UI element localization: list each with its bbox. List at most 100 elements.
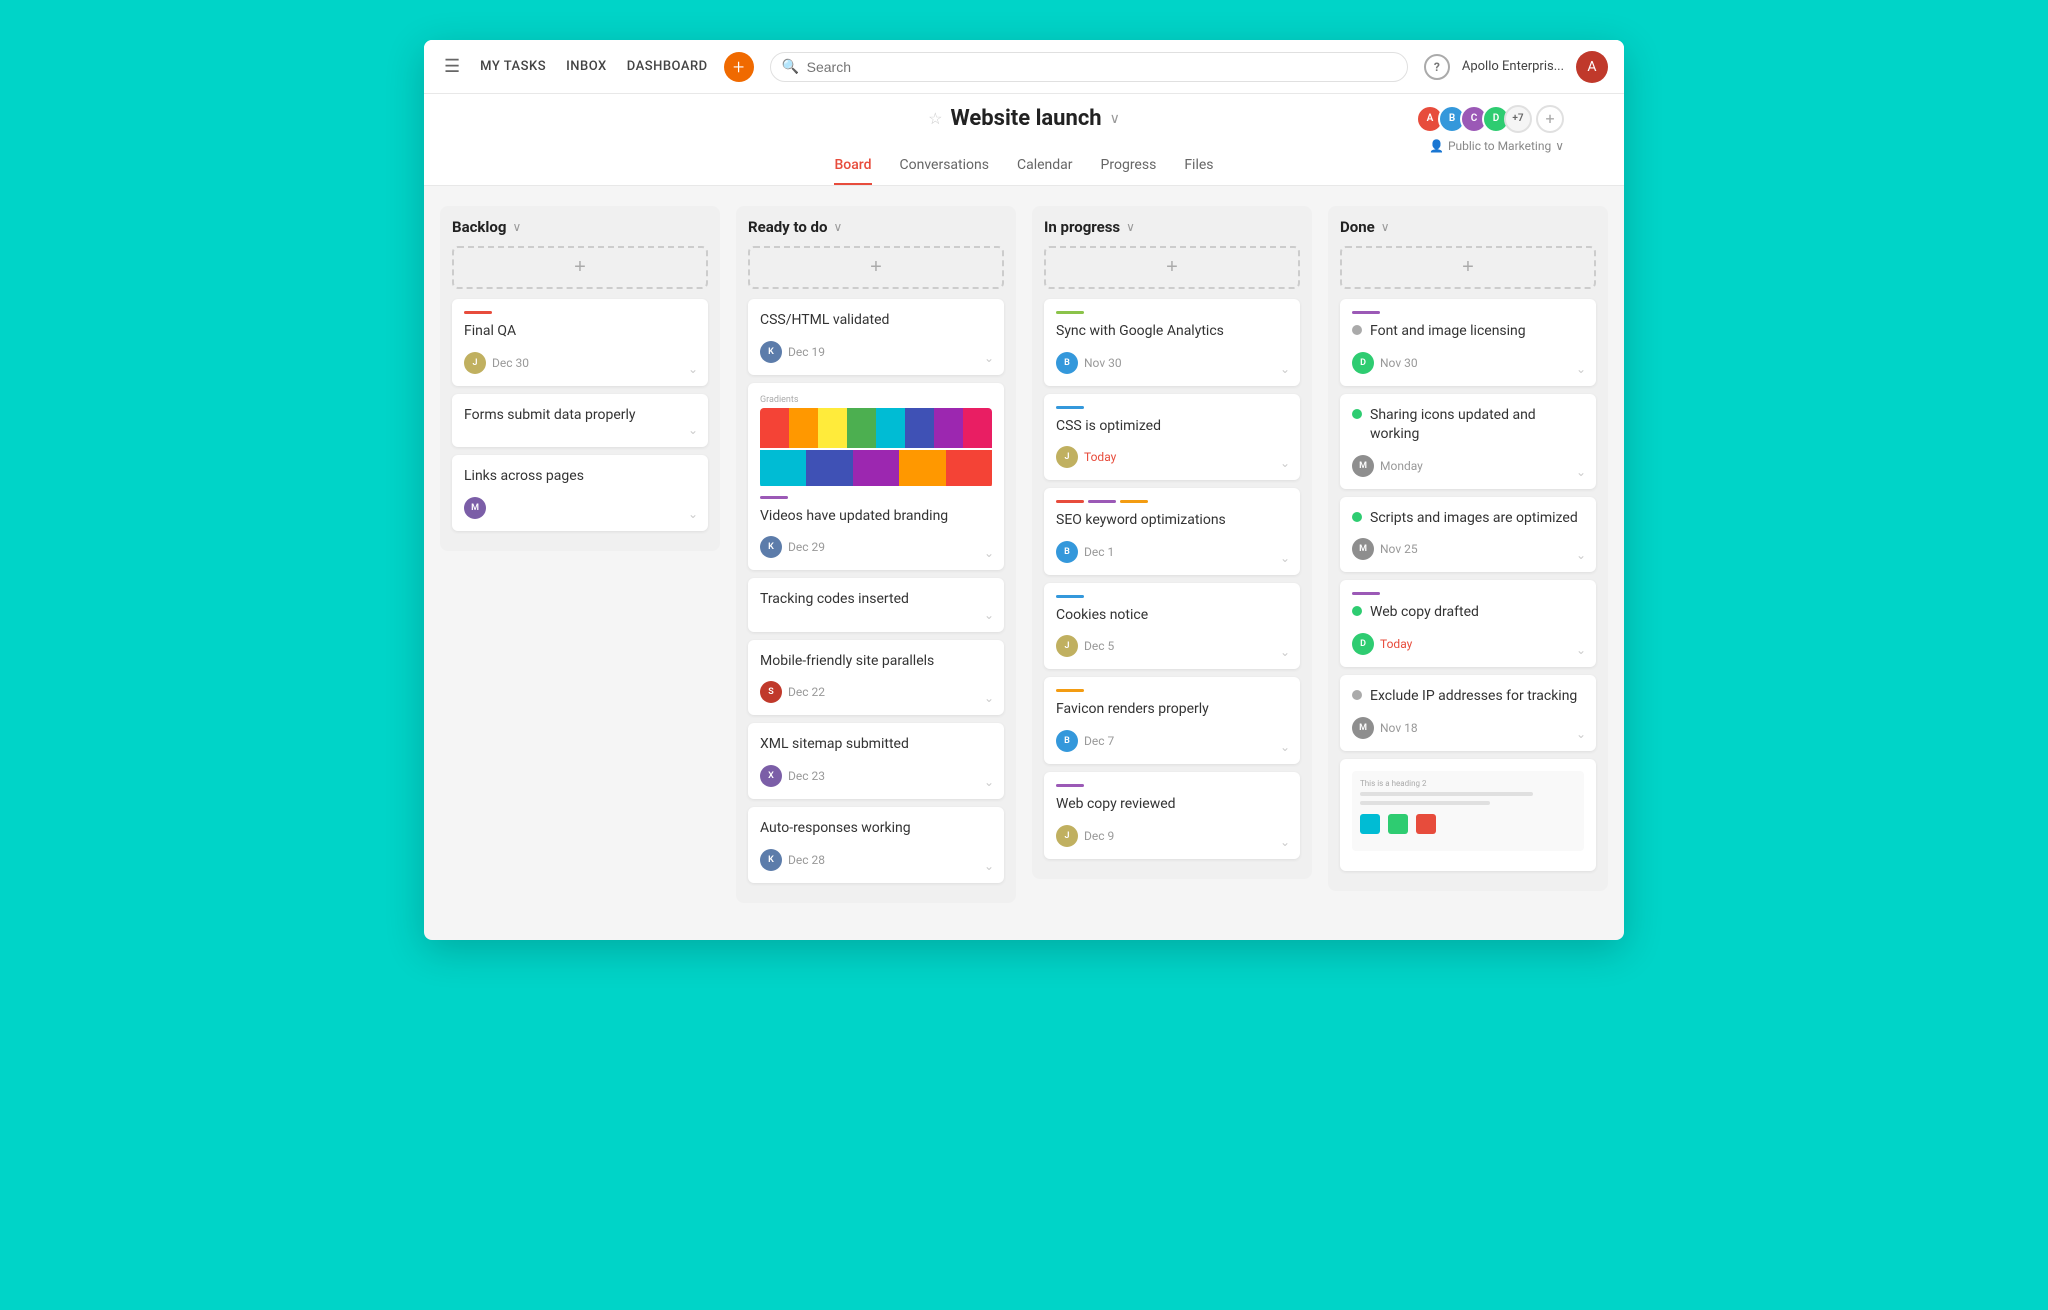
visibility-label: Public to Marketing [1448,139,1551,153]
add-card-ready[interactable]: + [748,246,1004,289]
card-date: Dec 1 [1084,545,1114,559]
card-chevron-icon: ⌄ [984,775,994,789]
card-title: Tracking codes inserted [760,590,992,610]
nav-dashboard[interactable]: DASHBOARD [627,59,708,74]
search-input[interactable] [770,52,1408,82]
card-avatar: S [760,681,782,703]
card-chevron-icon: ⌄ [984,691,994,705]
project-header: ☆ Website launch ∨ A B C D +7 + 👤 Public… [424,94,1624,186]
tab-calendar[interactable]: Calendar [1017,157,1073,185]
status-dot [1352,690,1362,700]
card-title: Cookies notice [1056,606,1288,626]
tab-board[interactable]: Board [834,157,871,185]
priority-bar [1056,784,1084,787]
add-card-inprogress[interactable]: + [1044,246,1300,289]
backlog-dropdown-icon[interactable]: ∨ [512,220,521,234]
card-chevron-icon: ⌄ [1280,551,1290,565]
card-mobile-friendly: Mobile-friendly site parallels S Dec 22 … [748,640,1004,716]
project-dropdown-icon[interactable]: ∨ [1110,111,1120,127]
card-avatar: K [760,536,782,558]
priority-bar [1352,311,1380,314]
star-icon[interactable]: ☆ [928,109,942,128]
card-footer: D Nov 30 [1352,352,1584,374]
card-footer: M Nov 18 [1352,717,1584,739]
card-date: Today [1380,637,1412,651]
status-dot [1352,512,1362,522]
card-css-html: CSS/HTML validated K Dec 19 ⌄ [748,299,1004,375]
card-chevron-icon: ⌄ [1280,835,1290,849]
card-footer: B Dec 1 [1056,541,1288,563]
card-date: Dec 19 [788,345,825,359]
card-footer: S Dec 22 [760,681,992,703]
card-chevron-icon: ⌄ [688,507,698,521]
user-avatar[interactable]: A [1576,51,1608,83]
card-date: Today [1084,450,1116,464]
column-inprogress: In progress ∨ + Sync with Google Analyti… [1032,206,1312,879]
card-title-wrap: Font and image licensing [1352,322,1584,352]
status-dot [1352,409,1362,419]
card-forms-submit: Forms submit data properly ⌄ [452,394,708,448]
card-footer: B Nov 30 [1056,352,1288,374]
column-done: Done ∨ + Font and image licensing D Nov … [1328,206,1608,891]
inprogress-dropdown-icon[interactable]: ∨ [1126,220,1135,234]
card-date: Nov 30 [1380,356,1418,370]
visibility-row: 👤 Public to Marketing ∨ [424,139,1624,153]
card-scripts-images: Scripts and images are optimized M Nov 2… [1340,497,1596,573]
add-task-button[interactable]: + [724,52,754,82]
ready-dropdown-icon[interactable]: ∨ [833,220,842,234]
card-chevron-icon: ⌄ [1280,740,1290,754]
card-chevron-icon: ⌄ [1576,362,1586,376]
doc-preview-image: This is a heading 2 [1352,771,1584,851]
card-title-wrap: Sharing icons updated and working [1352,406,1584,455]
tab-conversations[interactable]: Conversations [900,157,989,185]
doc-heading: This is a heading 2 [1360,779,1576,788]
search-bar: 🔍 [770,52,1408,82]
card-title: Sharing icons updated and working [1370,406,1584,445]
multi-dots [1056,500,1288,503]
card-title: Web copy reviewed [1056,795,1288,815]
priority-bar [464,311,492,314]
card-avatar: M [1352,717,1374,739]
dot-bar [1120,500,1148,503]
card-avatar: J [1056,825,1078,847]
card-chevron-icon: ⌄ [1280,645,1290,659]
card-title: Forms submit data properly [464,406,696,426]
tab-progress[interactable]: Progress [1101,157,1157,185]
visibility-dropdown[interactable]: ∨ [1555,139,1564,153]
help-button[interactable]: ? [1424,54,1450,80]
card-title: Sync with Google Analytics [1056,322,1288,342]
card-font-licensing: Font and image licensing D Nov 30 ⌄ [1340,299,1596,386]
add-card-backlog[interactable]: + [452,246,708,289]
card-chevron-icon: ⌄ [984,608,994,622]
project-members: A B C D +7 + [1416,105,1564,133]
card-title: CSS is optimized [1056,417,1288,437]
card-title: XML sitemap submitted [760,735,992,755]
nav-inbox[interactable]: INBOX [566,59,607,74]
card-chevron-icon: ⌄ [1576,727,1586,741]
card-date: Nov 25 [1380,542,1418,556]
tab-files[interactable]: Files [1184,157,1213,185]
doc-figure [1360,814,1380,834]
dot-bar [1088,500,1116,503]
board: Backlog ∨ + Final QA J Dec 30 ⌄ Forms su… [424,186,1624,923]
project-title: Website launch [950,106,1101,131]
doc-figure [1416,814,1436,834]
done-dropdown-icon[interactable]: ∨ [1381,220,1390,234]
status-dot [1352,325,1362,335]
nav-my-tasks[interactable]: MY TASKS [480,59,546,74]
card-chevron-icon: ⌄ [688,362,698,376]
column-header-backlog: Backlog ∨ [452,218,708,236]
menu-icon[interactable]: ☰ [440,52,464,81]
column-title-done: Done [1340,218,1375,236]
card-date: Dec 9 [1084,829,1114,843]
card-chevron-icon: ⌄ [984,546,994,560]
card-avatar: K [760,341,782,363]
card-title: Links across pages [464,467,696,487]
card-avatar: B [1056,352,1078,374]
card-avatar: B [1056,730,1078,752]
add-card-done[interactable]: + [1340,246,1596,289]
nav-tabs: Board Conversations Calendar Progress Fi… [424,157,1624,185]
card-date: Dec 5 [1084,639,1114,653]
add-member-button[interactable]: + [1536,105,1564,133]
card-footer: J Dec 30 [464,352,696,374]
